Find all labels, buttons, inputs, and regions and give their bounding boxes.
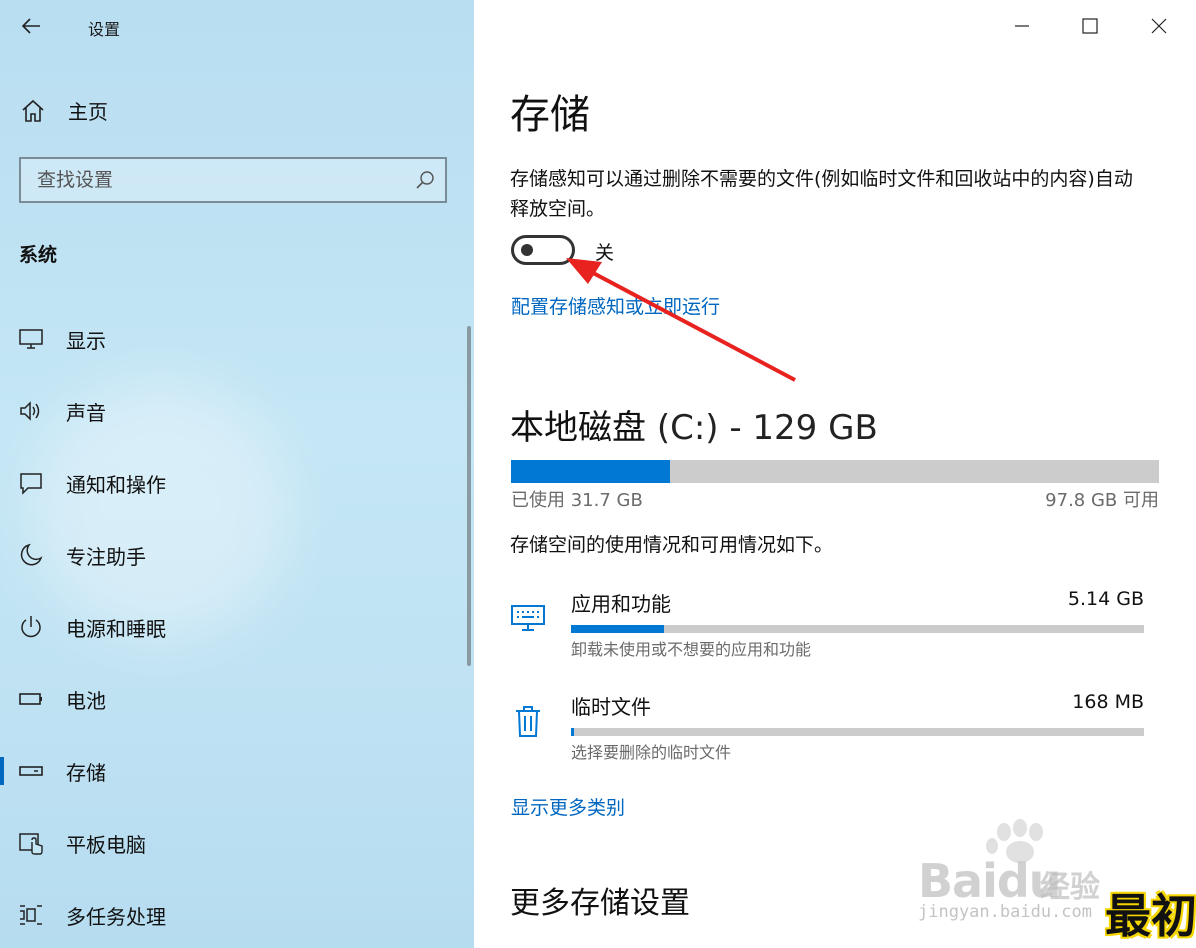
sidebar-item-label: 电源和睡眠 <box>66 616 166 641</box>
sidebar-item-label: 显示 <box>66 328 106 353</box>
home-label: 主页 <box>68 100 108 124</box>
category-description: 卸载未使用或不想要的应用和功能 <box>571 640 812 659</box>
multitask-icon <box>20 905 42 925</box>
battery-icon <box>19 693 42 705</box>
sidebar-item-label: 存储 <box>66 760 106 785</box>
sidebar-item-display[interactable]: 显示 <box>0 315 460 363</box>
search-box[interactable] <box>19 157 447 203</box>
category-description: 选择要删除的临时文件 <box>571 743 732 762</box>
home-button[interactable]: 主页 <box>20 96 108 125</box>
disk-used-label: 已使用 31.7 GB <box>511 490 643 511</box>
sidebar-item-battery[interactable]: 电池 <box>0 675 460 723</box>
sidebar-item-label: 声音 <box>66 400 106 425</box>
watermark-brand-cn: 经验 <box>1040 870 1100 905</box>
sidebar-item-label: 通知和操作 <box>66 472 166 497</box>
monitor-icon <box>19 329 43 349</box>
sidebar-item-multitasking[interactable]: 多任务处理 <box>0 891 460 939</box>
category-name: 应用和功能 <box>571 592 671 616</box>
tablet-icon <box>19 833 43 855</box>
sidebar-item-tablet[interactable]: 平板电脑 <box>0 819 460 867</box>
page-title: 存储 <box>510 92 590 138</box>
category-name: 临时文件 <box>571 695 651 719</box>
search-icon[interactable] <box>415 170 435 190</box>
speaker-icon <box>20 401 40 421</box>
disk-usage-bar <box>511 460 1159 483</box>
usage-description: 存储空间的使用情况和可用情况如下。 <box>510 534 834 556</box>
power-icon <box>21 616 41 638</box>
category-size: 5.14 GB <box>1067 588 1144 610</box>
sidebar: 设置 主页 系统 显示 声音 通知和操作 <box>0 0 474 948</box>
disk-title: 本地磁盘 (C:) - 129 GB <box>510 400 878 449</box>
category-temp-files[interactable]: 临时文件 168 MB 选择要删除的临时文件 <box>510 691 1144 771</box>
sidebar-item-sound[interactable]: 声音 <box>0 387 460 435</box>
toggle-state-label: 关 <box>595 242 615 264</box>
sidebar-item-storage[interactable]: 存储 <box>0 747 460 795</box>
sidebar-item-label: 电池 <box>66 688 106 713</box>
sidebar-item-label: 平板电脑 <box>66 832 146 857</box>
storage-sense-description: 存储感知可以通过删除不需要的文件(例如临时文件和回收站中的内容)自动释放空间。 <box>510 168 1133 220</box>
back-arrow-icon[interactable] <box>20 14 44 38</box>
disk-name: 本地磁盘 <box>510 408 646 448</box>
category-usage-bar <box>571 728 1144 736</box>
disk-usage-fill <box>511 460 670 483</box>
more-storage-settings-heading: 更多存储设置 <box>510 886 690 921</box>
active-indicator <box>0 757 4 785</box>
disk-drive: (C:) - 129 GB <box>656 408 878 448</box>
close-icon[interactable] <box>1143 10 1175 42</box>
sidebar-scrollbar[interactable] <box>467 326 471 666</box>
watermark-url: jingyan.baidu.com <box>918 902 1092 922</box>
sidebar-item-notifications[interactable]: 通知和操作 <box>0 459 460 507</box>
configure-storage-sense-link[interactable]: 配置存储感知或立即运行 <box>511 292 720 319</box>
show-more-categories-link[interactable]: 显示更多类别 <box>511 793 625 820</box>
category-usage-fill <box>571 625 665 633</box>
search-input[interactable] <box>23 161 419 199</box>
sidebar-item-power[interactable]: 电源和睡眠 <box>0 603 460 651</box>
main-content: 存储 存储感知可以通过删除不需要的文件(例如临时文件和回收站中的内容)自动释放空… <box>474 0 1196 948</box>
home-icon <box>22 99 44 122</box>
trash-icon <box>516 706 540 737</box>
sidebar-item-label: 多任务处理 <box>66 904 166 929</box>
disk-free-label: 97.8 GB 可用 <box>1045 490 1159 511</box>
minimize-icon[interactable] <box>1006 10 1038 42</box>
notification-icon <box>20 473 42 495</box>
category-size: 168 MB <box>1072 691 1144 713</box>
category-usage-bar <box>571 625 1144 633</box>
corner-watermark: 最初 <box>1105 889 1196 943</box>
maximize-icon[interactable] <box>1074 10 1106 42</box>
app-title: 设置 <box>88 20 121 39</box>
moon-icon <box>20 543 43 566</box>
sidebar-item-label: 专注助手 <box>66 544 146 569</box>
section-title: 系统 <box>19 244 58 266</box>
apps-icon <box>511 605 545 631</box>
storage-sense-toggle[interactable] <box>511 235 575 265</box>
storage-icon <box>19 766 43 776</box>
toggle-knob <box>521 244 533 256</box>
category-apps[interactable]: 应用和功能 5.14 GB 卸载未使用或不想要的应用和功能 <box>510 588 1144 668</box>
sidebar-item-focus-assist[interactable]: 专注助手 <box>0 531 460 579</box>
category-usage-fill <box>571 728 574 736</box>
